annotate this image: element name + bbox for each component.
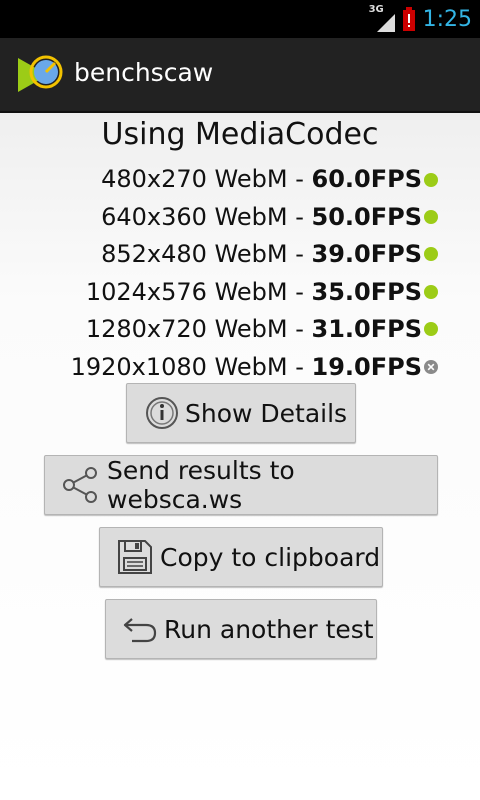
result-resolution: 480x270 WebM xyxy=(101,165,288,193)
result-row: 1024x576 WebM - 35.0FPS xyxy=(0,274,480,312)
signal-icon: 3G xyxy=(369,4,395,32)
battery-icon xyxy=(402,7,415,31)
undo-icon xyxy=(123,618,157,643)
status-fail-icon xyxy=(424,359,438,374)
run-another-test-label: Run another test xyxy=(164,614,374,644)
app-logo-icon[interactable] xyxy=(18,54,64,94)
info-icon xyxy=(146,397,178,429)
result-separator: - xyxy=(287,277,312,306)
result-resolution: 640x360 WebM xyxy=(101,202,288,231)
share-icon xyxy=(63,467,97,503)
result-separator: - xyxy=(287,165,312,193)
result-resolution: 1024x576 WebM xyxy=(85,277,288,306)
main-content: Using MediaCodec 480x270 WebM - 60.0FPS … xyxy=(0,111,480,800)
app-title: benchscaw xyxy=(74,58,214,87)
result-fps: 35.0FPS xyxy=(311,277,422,306)
result-resolution: 1280x720 WebM xyxy=(85,315,288,343)
result-row: 480x270 WebM - 60.0FPS xyxy=(0,161,480,199)
status-icons: 3G 1:25 xyxy=(369,0,472,38)
result-separator: - xyxy=(287,240,312,268)
results-list: 480x270 WebM - 60.0FPS 640x360 WebM - 50… xyxy=(0,161,480,386)
result-resolution: 852x480 WebM xyxy=(101,240,288,268)
page-title: Using MediaCodec xyxy=(101,117,379,152)
send-results-label: Send results to websca.ws xyxy=(107,456,295,514)
copy-clipboard-label: Copy to clipboard xyxy=(160,542,381,572)
save-icon xyxy=(118,540,152,574)
run-another-test-button[interactable]: Run another test xyxy=(105,599,377,659)
status-ok-icon xyxy=(424,284,438,299)
result-fps: 31.0FPS xyxy=(311,315,422,343)
action-bar: benchscaw xyxy=(0,38,480,113)
show-details-label: Show Details xyxy=(185,398,348,428)
send-results-button[interactable]: Send results to websca.ws xyxy=(44,455,438,515)
result-fps: 50.0FPS xyxy=(311,202,422,231)
status-ok-icon xyxy=(424,322,438,336)
result-row: 1920x1080 WebM - 19.0FPS xyxy=(0,349,480,387)
status-ok-icon xyxy=(424,247,438,261)
copy-clipboard-button[interactable]: Copy to clipboard xyxy=(99,527,383,587)
result-separator: - xyxy=(287,315,312,343)
result-fps: 60.0FPS xyxy=(311,165,422,193)
result-separator: - xyxy=(287,202,312,231)
result-row: 1280x720 WebM - 31.0FPS xyxy=(0,311,480,349)
result-row: 852x480 WebM - 39.0FPS xyxy=(0,236,480,274)
result-fps: 19.0FPS xyxy=(311,352,422,381)
result-row: 640x360 WebM - 50.0FPS xyxy=(0,199,480,237)
status-bar: 3G 1:25 xyxy=(0,0,480,38)
result-separator: - xyxy=(287,352,312,381)
result-resolution: 1920x1080 WebM xyxy=(70,352,288,381)
status-ok-icon xyxy=(424,209,438,224)
result-fps: 39.0FPS xyxy=(311,240,422,268)
clock: 1:25 xyxy=(422,6,472,32)
status-ok-icon xyxy=(424,173,438,187)
show-details-button[interactable]: Show Details xyxy=(126,383,356,443)
